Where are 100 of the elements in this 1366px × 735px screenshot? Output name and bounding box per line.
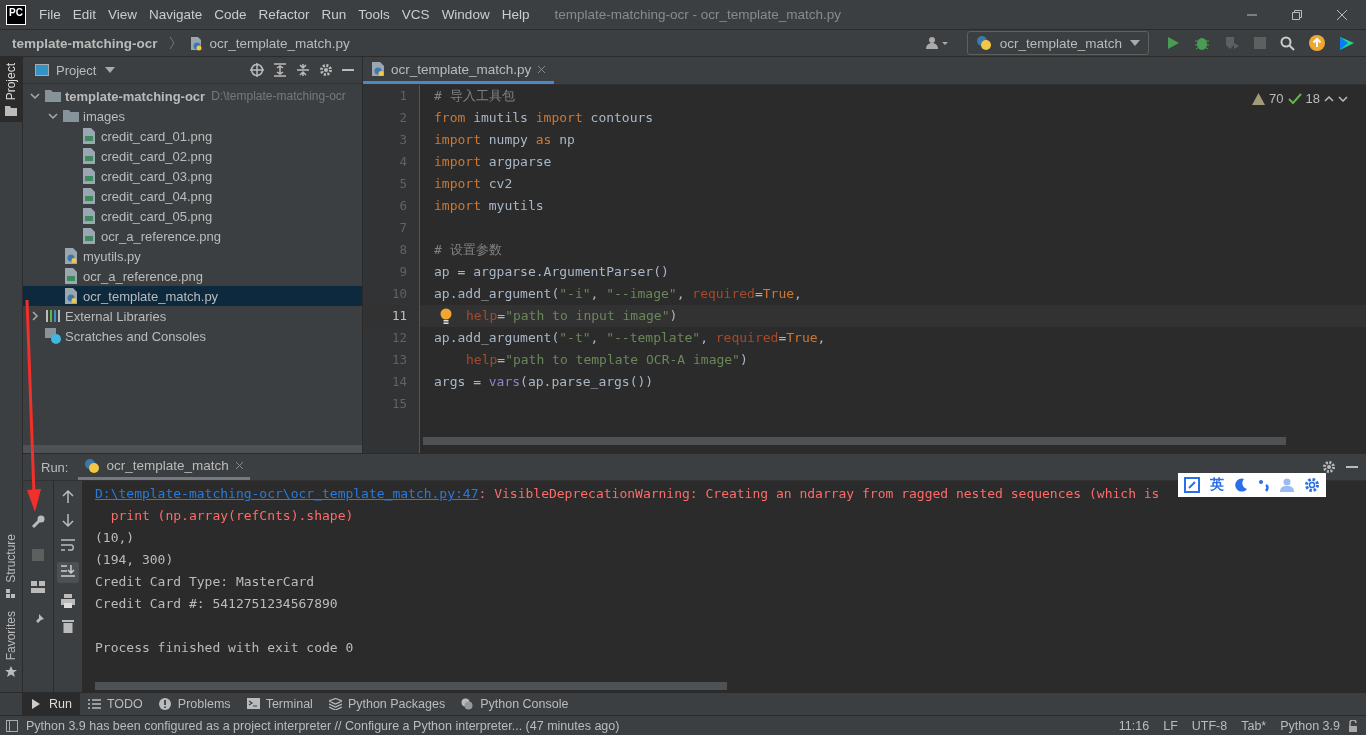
locate-icon[interactable]	[250, 63, 264, 77]
breadcrumb-file[interactable]: ocr_template_match.py	[209, 35, 350, 51]
close-icon[interactable]	[1336, 8, 1348, 21]
scrollbar-thumb[interactable]	[23, 445, 362, 453]
scrollbar-thumb[interactable]	[423, 437, 1286, 445]
menu-item[interactable]: Refactor	[253, 7, 317, 22]
breadcrumb-project[interactable]: template-matching-ocr	[12, 35, 158, 51]
menu-item[interactable]: View	[102, 7, 144, 22]
library-icon	[45, 308, 61, 324]
tool-window-tab[interactable]: Python Packages	[320, 693, 454, 715]
tree-item[interactable]: Scratches and Consoles	[23, 326, 362, 346]
menu-item[interactable]: Window	[436, 7, 497, 22]
tool-window-tab[interactable]: Problems	[150, 693, 239, 715]
project-tool-tab[interactable]: Project	[0, 57, 22, 123]
folder-icon	[63, 108, 79, 124]
menu-item[interactable]: Code	[209, 7, 254, 22]
folder-icon	[45, 88, 61, 104]
caret-icon[interactable]	[105, 67, 116, 73]
tool-window-tab[interactable]: Python Console	[453, 693, 577, 715]
settings-icon[interactable]	[1304, 477, 1320, 493]
code-line: import myutils	[434, 197, 544, 215]
image-file-icon	[81, 188, 97, 204]
tree-item[interactable]: credit_card_04.png	[23, 186, 362, 206]
status-item[interactable]: Tab*	[1241, 718, 1267, 733]
python-icon	[975, 35, 992, 51]
layout-icon[interactable]	[31, 581, 45, 593]
menu-item[interactable]: Tools	[353, 7, 397, 22]
menu-item[interactable]: VCS	[396, 7, 437, 22]
arrow-up-icon[interactable]	[62, 489, 74, 503]
scrollbar-thumb[interactable]	[95, 682, 727, 690]
file-link[interactable]: D:\template-matching-ocr\ocr_template_match.py:47	[95, 486, 479, 501]
folder-icon	[5, 106, 17, 117]
close-icon[interactable]	[234, 461, 244, 470]
run-label: Run:	[41, 459, 69, 475]
tool-window-tab[interactable]: Favorites	[0, 604, 22, 684]
update-icon[interactable]	[1309, 35, 1325, 51]
tree-item[interactable]: credit_card_01.png	[23, 126, 362, 146]
status-message[interactable]: Python 3.9 has been configured as a project interpreter // Configure a Python interpreter... (47 minutes ago)	[26, 718, 620, 733]
print-icon[interactable]	[61, 594, 75, 608]
tree-item[interactable]: myutils.py	[23, 246, 362, 266]
logo-icon[interactable]	[1339, 35, 1355, 51]
status-item[interactable]: 11:16	[1118, 718, 1150, 733]
tree-item[interactable]: credit_card_05.png	[23, 206, 362, 226]
tool-window-tab[interactable]: Structure	[0, 527, 22, 605]
tree-item[interactable]: template-matching-ocr D:\template-matching-ocr	[23, 86, 362, 106]
lightbulb-icon[interactable]	[440, 308, 452, 324]
bug-icon[interactable]	[1194, 35, 1210, 51]
warning-count[interactable]: 70	[1269, 91, 1284, 106]
wrench-icon[interactable]	[31, 515, 45, 529]
lock-icon[interactable]	[1348, 719, 1358, 732]
code-line: help="path to input image")	[466, 307, 678, 325]
tree-item[interactable]: ocr_template_match.py	[23, 286, 362, 306]
chevron-down-icon[interactable]	[47, 110, 59, 122]
keyboard-icon[interactable]	[1184, 477, 1200, 493]
scroll-to-end-button[interactable]	[57, 562, 79, 583]
menu-item[interactable]: Navigate	[143, 7, 210, 22]
soft-wrap-icon[interactable]	[61, 539, 75, 551]
chevron-down-icon[interactable]	[29, 90, 41, 102]
menu-item[interactable]: Run	[316, 7, 354, 22]
collapse-all-icon[interactable]	[296, 63, 310, 77]
restore-icon[interactable]	[1291, 8, 1303, 21]
layout-toggle-icon[interactable]	[6, 719, 18, 732]
console-line: (10,)	[95, 529, 135, 547]
tree-item[interactable]: credit_card_03.png	[23, 166, 362, 186]
project-view-dropdown[interactable]: Project	[56, 62, 97, 78]
status-item[interactable]: UTF-8	[1191, 718, 1228, 733]
tree-item[interactable]: images	[23, 106, 362, 126]
scroll-to-end-icon	[61, 565, 75, 579]
user-icon[interactable]	[925, 36, 950, 50]
input-mode[interactable]: 英	[1210, 476, 1224, 494]
typo-count[interactable]: 18	[1305, 91, 1320, 106]
python-file-icon	[63, 248, 79, 264]
settings-icon[interactable]	[1322, 460, 1336, 474]
status-item[interactable]: LF	[1163, 718, 1178, 733]
close-icon[interactable]	[537, 64, 547, 74]
expand-all-icon[interactable]	[273, 63, 287, 77]
tool-window-tab[interactable]: Terminal	[238, 693, 321, 715]
trash-icon[interactable]	[62, 619, 74, 633]
run-config-dropdown[interactable]: ocr_template_match	[966, 31, 1149, 55]
settings-icon[interactable]	[319, 63, 333, 77]
search-icon[interactable]	[1280, 35, 1295, 51]
tool-window-tab[interactable]: Run	[22, 693, 80, 715]
chevron-icon	[168, 36, 175, 50]
chevron-down-icon[interactable]	[1338, 95, 1348, 102]
status-item[interactable]: Python 3.9	[1280, 718, 1340, 733]
moon-icon[interactable]	[1234, 478, 1248, 492]
run-icon[interactable]	[1166, 36, 1180, 50]
arrow-down-icon[interactable]	[62, 514, 74, 528]
chevron-right-icon[interactable]	[29, 310, 41, 322]
tree-item[interactable]: credit_card_02.png	[23, 146, 362, 166]
tool-window-tab[interactable]: TODO	[79, 693, 151, 715]
tree-item[interactable]: ocr_a_reference.png	[23, 226, 362, 246]
menu-item[interactable]: Help	[496, 7, 537, 22]
image-file-icon	[81, 168, 97, 184]
punctuation-icon[interactable]	[1258, 478, 1270, 492]
menu-item[interactable]: Edit	[67, 7, 103, 22]
chevron-up-icon[interactable]	[1324, 95, 1334, 102]
menu-item[interactable]: File	[33, 7, 68, 22]
tree-item[interactable]: External Libraries	[23, 306, 362, 326]
tree-item[interactable]: ocr_a_reference.png	[23, 266, 362, 286]
